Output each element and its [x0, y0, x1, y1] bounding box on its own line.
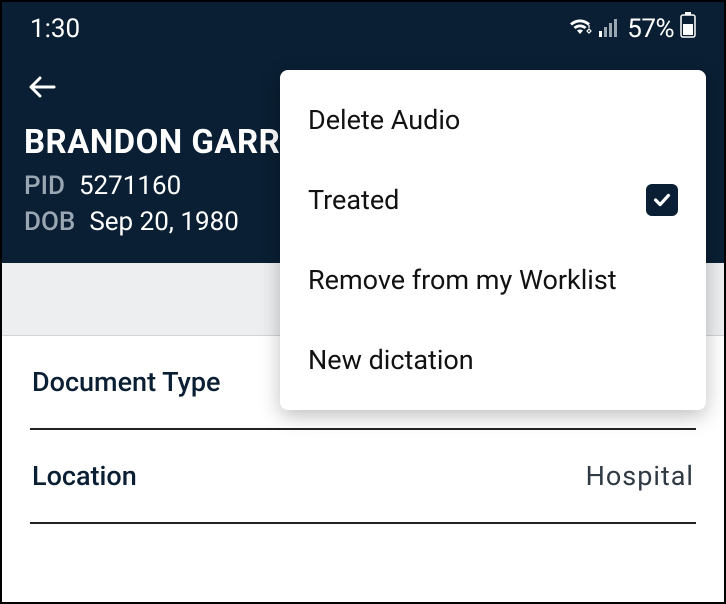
pid-value: 5271160 — [79, 168, 181, 204]
menu-new-dictation-label: New dictation — [308, 344, 474, 376]
battery-icon — [680, 12, 696, 45]
status-bar: 1:30 57% — [2, 2, 724, 51]
dob-label: DOB — [24, 204, 75, 240]
context-menu: Delete Audio Treated Remove from my Work… — [280, 70, 706, 410]
location-label: Location — [32, 460, 137, 492]
pid-label: PID — [24, 168, 65, 204]
status-indicators: 57% — [567, 12, 696, 45]
menu-treated-label: Treated — [308, 184, 399, 216]
battery-percent: 57% — [627, 14, 674, 44]
signal-icon — [599, 14, 621, 44]
dob-value: Sep 20, 1980 — [89, 204, 239, 240]
check-icon — [651, 189, 673, 211]
back-icon[interactable] — [24, 90, 60, 109]
status-time: 1:30 — [30, 14, 80, 44]
menu-delete-audio-label: Delete Audio — [308, 104, 460, 136]
treated-checkbox[interactable] — [646, 184, 678, 216]
location-value: Hospital — [586, 460, 694, 492]
menu-delete-audio[interactable]: Delete Audio — [280, 80, 706, 160]
menu-new-dictation[interactable]: New dictation — [280, 320, 706, 400]
wifi-icon — [567, 14, 593, 44]
menu-remove-worklist-label: Remove from my Worklist — [308, 264, 617, 296]
document-type-label: Document Type — [32, 366, 220, 398]
location-row[interactable]: Location Hospital — [30, 430, 696, 524]
menu-treated[interactable]: Treated — [280, 160, 706, 240]
menu-remove-worklist[interactable]: Remove from my Worklist — [280, 240, 706, 320]
